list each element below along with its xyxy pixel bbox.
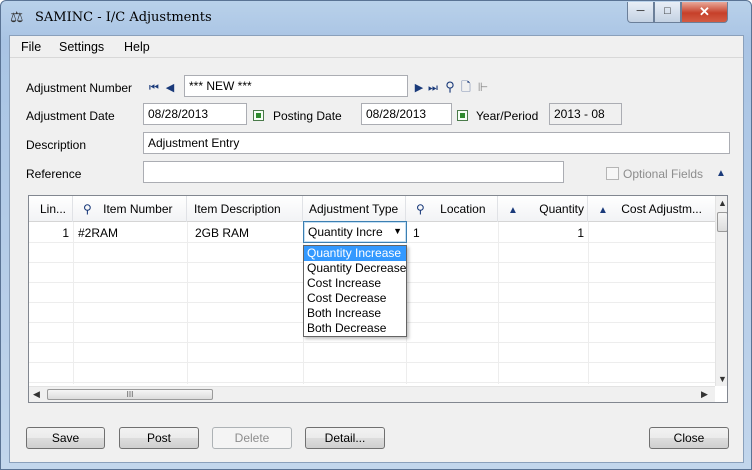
year-period-field: 2013 - 08 xyxy=(549,103,622,125)
column-header-quantity[interactable]: ▲ Quantity xyxy=(498,196,588,222)
drilldown-icon[interactable]: ⊩ xyxy=(477,80,489,94)
description-input[interactable]: Adjustment Entry xyxy=(143,132,730,154)
grid-header: Lin... ⚲ Item Number Item Description Ad… xyxy=(29,196,715,222)
menu-file[interactable]: File xyxy=(21,40,41,54)
last-record-icon[interactable]: ⏭ xyxy=(427,81,439,95)
adjustment-number-input[interactable]: *** NEW *** xyxy=(184,75,408,97)
row-item-description-cell[interactable]: 2GB RAM xyxy=(195,226,249,240)
year-period-label: Year/Period xyxy=(476,109,539,123)
scales-icon: ⚖ xyxy=(10,9,24,26)
delete-button[interactable]: Delete xyxy=(212,427,292,449)
reference-input[interactable] xyxy=(143,161,564,183)
menu-settings[interactable]: Settings xyxy=(59,40,104,54)
table-row[interactable] xyxy=(29,363,715,383)
scroll-left-icon[interactable]: ◀ xyxy=(33,389,40,400)
column-header-item-number-label: Item Number xyxy=(103,202,173,216)
scroll-down-icon[interactable]: ▼ xyxy=(718,374,727,384)
new-document-icon[interactable]: 🗋 xyxy=(460,80,472,94)
minimize-button[interactable]: ─ xyxy=(627,2,654,23)
row-line-cell[interactable]: 1 xyxy=(29,226,69,240)
posting-date-calendar-icon[interactable] xyxy=(457,110,468,121)
collapse-icon[interactable]: ▲ xyxy=(715,167,727,181)
grid-vertical-scrollbar[interactable]: ▲ ▼ xyxy=(715,196,727,386)
scroll-up-icon[interactable]: ▲ xyxy=(718,198,727,208)
column-header-item-description[interactable]: Item Description xyxy=(187,196,303,222)
optional-fields-label: Optional Fields xyxy=(623,167,704,181)
adjustment-type-combo-value: Quantity Incre xyxy=(308,225,383,239)
table-row[interactable] xyxy=(29,343,715,363)
option-both-decrease[interactable]: Both Decrease xyxy=(304,321,406,336)
option-quantity-increase[interactable]: Quantity Increase xyxy=(304,246,406,261)
save-button[interactable]: Save xyxy=(26,427,105,449)
reference-label: Reference xyxy=(26,167,82,181)
adjustment-date-label: Adjustment Date xyxy=(26,109,115,123)
column-header-item-number[interactable]: ⚲ Item Number xyxy=(73,196,187,222)
detail-button[interactable]: Detail... xyxy=(305,427,385,449)
option-cost-decrease[interactable]: Cost Decrease xyxy=(304,291,406,306)
next-record-icon[interactable]: ▶ xyxy=(414,81,424,95)
column-header-quantity-label: Quantity xyxy=(539,202,584,216)
row-quantity-cell[interactable]: 1 xyxy=(498,226,584,240)
column-header-adjustment-type[interactable]: Adjustment Type xyxy=(303,196,406,222)
option-both-increase[interactable]: Both Increase xyxy=(304,306,406,321)
maximize-button[interactable]: □ xyxy=(654,2,681,23)
option-cost-increase[interactable]: Cost Increase xyxy=(304,276,406,291)
horizontal-scroll-thumb[interactable]: III xyxy=(47,389,213,400)
client-area: File Settings Help Adjustment Number ⏮ ◀… xyxy=(9,35,744,463)
quantity-sort-icon: ▲ xyxy=(508,205,518,216)
adjustment-type-options-list[interactable]: Quantity Increase Quantity Decrease Cost… xyxy=(303,245,407,337)
cost-adjustment-sort-icon: ▲ xyxy=(598,205,608,216)
column-header-cost-adjustment[interactable]: ▲ Cost Adjustm... xyxy=(588,196,715,222)
chevron-down-icon[interactable]: ▼ xyxy=(393,226,402,236)
menu-help[interactable]: Help xyxy=(124,40,150,54)
post-button[interactable]: Post xyxy=(119,427,199,449)
title-bar[interactable]: ⚖ SAMINC - I/C Adjustments ─ □ ✕ xyxy=(1,1,751,35)
menu-bar: File Settings Help xyxy=(10,36,743,58)
row-location-cell[interactable]: 1 xyxy=(413,226,420,240)
previous-record-icon[interactable]: ◀ xyxy=(165,81,175,95)
scroll-right-icon[interactable]: ▶ xyxy=(701,389,708,400)
close-button[interactable]: Close xyxy=(649,427,729,449)
grid-horizontal-scrollbar[interactable]: ◀ III ▶ xyxy=(29,386,715,402)
adjustment-date-calendar-icon[interactable] xyxy=(253,110,264,121)
description-label: Description xyxy=(26,138,87,152)
optional-fields-checkbox[interactable] xyxy=(606,167,619,180)
location-finder-icon[interactable]: ⚲ xyxy=(416,202,425,216)
main-window: ⚖ SAMINC - I/C Adjustments ─ □ ✕ File Se… xyxy=(0,0,752,470)
finder-icon[interactable]: ⚲ xyxy=(443,80,457,94)
item-number-finder-icon[interactable]: ⚲ xyxy=(83,202,92,216)
adjustment-type-combo[interactable]: Quantity Incre ▼ xyxy=(303,221,407,243)
column-header-line[interactable]: Lin... xyxy=(29,196,73,222)
posting-date-input[interactable]: 08/28/2013 xyxy=(361,103,452,125)
posting-date-label: Posting Date xyxy=(273,109,342,123)
first-record-icon[interactable]: ⏮ xyxy=(148,81,160,95)
column-header-cost-adjustment-label: Cost Adjustm... xyxy=(621,202,702,216)
vertical-scroll-thumb[interactable] xyxy=(717,212,727,232)
column-header-location-label: Location xyxy=(440,202,486,216)
column-header-location[interactable]: ⚲ Location xyxy=(406,196,498,222)
window-title: SAMINC - I/C Adjustments xyxy=(35,10,212,25)
option-quantity-decrease[interactable]: Quantity Decrease xyxy=(304,261,406,276)
adjustment-date-input[interactable]: 08/28/2013 xyxy=(143,103,247,125)
close-window-button[interactable]: ✕ xyxy=(681,2,728,23)
row-item-number-cell[interactable]: #2RAM xyxy=(78,226,118,240)
adjustment-number-label: Adjustment Number xyxy=(26,81,133,95)
